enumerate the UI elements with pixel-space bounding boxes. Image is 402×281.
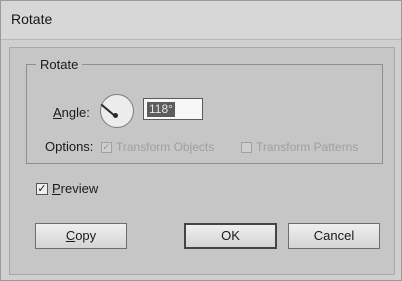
angle-value: 118° [147, 102, 175, 117]
copy-button[interactable]: Copy [35, 223, 127, 249]
angle-input[interactable]: 118° [143, 98, 203, 120]
angle-dial-center [113, 113, 118, 118]
ok-button[interactable]: OK [184, 223, 277, 249]
title-bar[interactable]: Rotate [1, 1, 401, 40]
preview-checkbox[interactable]: ✓ [36, 183, 48, 195]
rotate-dialog: Rotate Rotate Angle: 118° Options: ✓ Tra… [0, 0, 402, 281]
transform-objects-checkbox[interactable]: ✓ [101, 142, 112, 153]
transform-patterns-checkbox[interactable] [241, 142, 252, 153]
angle-dial[interactable] [100, 94, 134, 128]
options-label: Options: [45, 139, 94, 154]
dialog-title: Rotate [11, 11, 53, 27]
angle-label: Angle: [53, 105, 90, 120]
transform-patterns-label: Transform Patterns [256, 140, 359, 154]
transform-objects-label: Transform Objects [116, 140, 215, 154]
preview-label[interactable]: Preview [52, 181, 98, 196]
rotate-group-legend: Rotate [36, 57, 83, 72]
cancel-button[interactable]: Cancel [288, 223, 380, 249]
